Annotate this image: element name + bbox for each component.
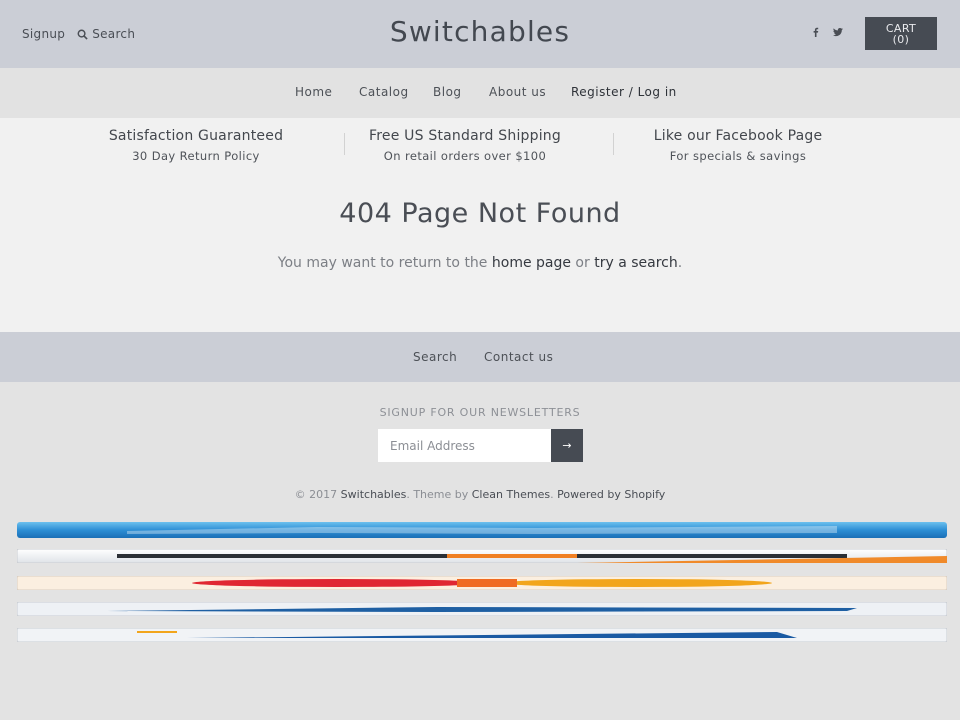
- error-message: You may want to return to the home page …: [0, 255, 960, 271]
- error-text-mid: or: [570, 255, 595, 271]
- feature-subtitle: 30 Day Return Policy: [132, 149, 260, 163]
- american-express-icon: [17, 522, 947, 538]
- page-title: 404 Page Not Found: [339, 198, 621, 229]
- home-page-link[interactable]: home page: [492, 255, 571, 271]
- error-text-before: You may want to return to the: [277, 255, 492, 271]
- site-header: Signup Search Switchables CART (0): [0, 0, 960, 68]
- footer-nav: Search Contact us: [0, 332, 960, 382]
- feature-subtitle: For specials & savings: [669, 149, 807, 163]
- feature-title: Satisfaction Guaranteed: [108, 128, 284, 144]
- credits-prefix: © 2017: [294, 488, 341, 501]
- nav-item-about-us[interactable]: About us: [489, 85, 546, 99]
- cart-count: (0): [892, 33, 910, 46]
- feature-satisfaction: Satisfaction Guaranteed 30 Day Return Po…: [66, 128, 326, 163]
- footer-link-contact-us[interactable]: Contact us: [484, 350, 553, 364]
- discover-icon: [17, 549, 947, 563]
- theme-link[interactable]: Clean Themes: [472, 488, 550, 501]
- credits-theme-text: . Theme by: [406, 488, 472, 501]
- twitter-icon[interactable]: [832, 26, 844, 38]
- feature-title: Free US Standard Shipping: [369, 128, 561, 144]
- footer-link-search[interactable]: Search: [413, 350, 457, 364]
- feature-facebook: Like our Facebook Page For specials & sa…: [608, 128, 868, 163]
- feature-shipping: Free US Standard Shipping On retail orde…: [335, 128, 595, 163]
- cart-button[interactable]: CART (0): [865, 17, 937, 50]
- feature-subtitle: On retail orders over $100: [383, 149, 547, 163]
- footer-credits: © 2017 Switchables. Theme by Clean Theme…: [0, 488, 960, 501]
- nav-item-home[interactable]: Home: [295, 85, 332, 99]
- feature-title: Like our Facebook Page: [653, 128, 823, 144]
- visa-icon: [17, 628, 947, 642]
- nav-item-catalog[interactable]: Catalog: [359, 85, 409, 99]
- newsletter-submit-button[interactable]: →: [551, 429, 583, 462]
- mastercard-icon: [17, 576, 947, 590]
- nav-item-blog[interactable]: Blog: [433, 85, 462, 99]
- error-text-after: .: [677, 255, 683, 271]
- newsletter-email-input[interactable]: [378, 429, 551, 462]
- social-links: [810, 26, 844, 38]
- store-link[interactable]: Switchables: [341, 488, 407, 501]
- main-content: Satisfaction Guaranteed 30 Day Return Po…: [0, 118, 960, 332]
- main-nav: Home Catalog Blog About us Register / Lo…: [0, 68, 960, 118]
- try-search-link[interactable]: try a search: [594, 255, 678, 271]
- shopify-link[interactable]: Powered by Shopify: [557, 488, 665, 501]
- newsletter-label: SIGNUP FOR OUR NEWSLETTERS: [379, 406, 581, 419]
- paypal-icon: [17, 602, 947, 616]
- facebook-icon[interactable]: [810, 26, 822, 38]
- nav-item-register-login[interactable]: Register / Log in: [571, 85, 677, 99]
